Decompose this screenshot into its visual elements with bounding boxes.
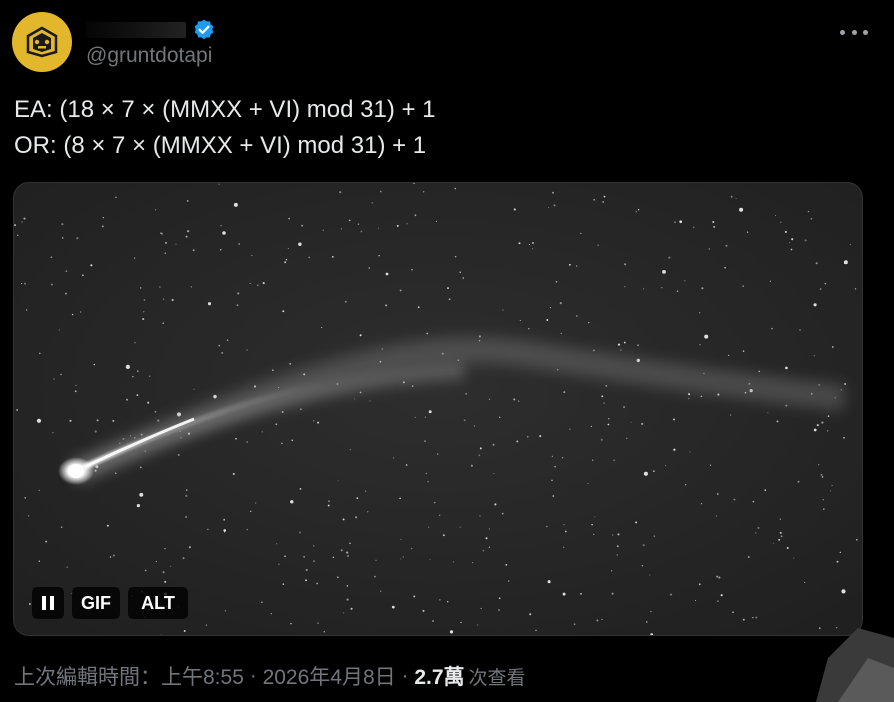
avatar[interactable] <box>12 12 72 72</box>
verified-badge-icon[interactable] <box>192 18 216 42</box>
views-label: 次查看 <box>468 667 526 689</box>
tweet-meta: 上次編輯時間： 上午8:55 · 2026年4月8日 · 2.7萬 次查看 <box>14 661 526 691</box>
more-options-icon[interactable] <box>840 20 868 44</box>
corner-decoration <box>816 628 894 702</box>
tweet-time[interactable]: 上午8:55 <box>161 661 244 691</box>
tweet-media-gif[interactable]: GIF ALT <box>13 182 863 636</box>
meta-separator: · <box>249 664 257 687</box>
name-row <box>86 18 216 42</box>
edited-label[interactable]: 上次編輯時間： <box>14 661 161 691</box>
display-name[interactable] <box>86 22 186 38</box>
tweet-header: @gruntdotapi <box>12 12 882 72</box>
tweet-line-1: EA: (18 × 7 × (MMXX + VI) mod 31) + 1 <box>14 96 436 123</box>
views-count[interactable]: 2.7萬 <box>414 661 464 691</box>
tweet-text: EA: (18 × 7 × (MMXX + VI) mod 31) + 1 OR… <box>14 92 874 164</box>
comet-image <box>14 183 862 635</box>
pause-icon[interactable] <box>32 587 64 619</box>
meta-separator: · <box>401 664 409 687</box>
gif-badge[interactable]: GIF <box>72 587 120 619</box>
alt-text-button[interactable]: ALT <box>128 587 188 619</box>
user-handle[interactable]: @gruntdotapi <box>86 44 212 68</box>
tweet-date[interactable]: 2026年4月8日 <box>263 661 396 691</box>
logo-icon <box>26 26 58 58</box>
media-controls: GIF ALT <box>32 587 188 619</box>
tweet-line-2: OR: (8 × 7 × (MMXX + VI) mod 31) + 1 <box>14 132 427 159</box>
